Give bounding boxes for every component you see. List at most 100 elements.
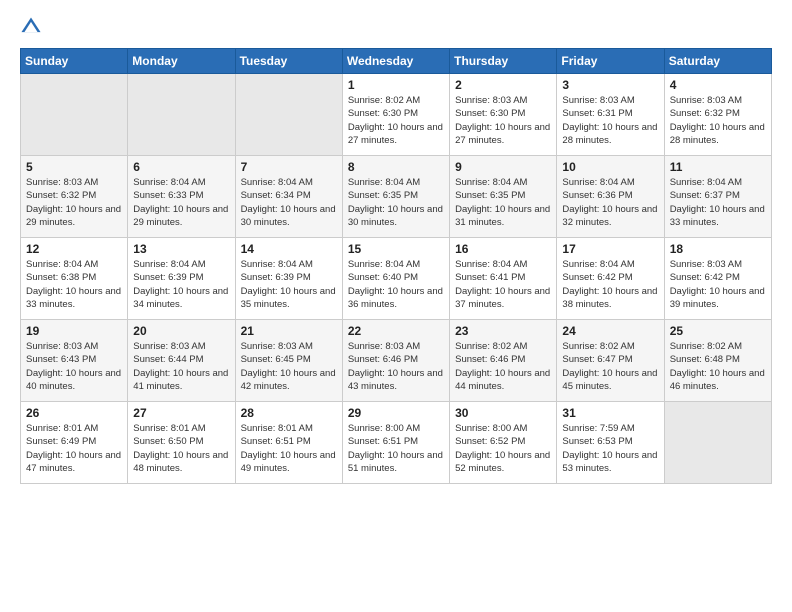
calendar-week-row: 19 Sunrise: 8:03 AM Sunset: 6:43 PM Dayl…: [21, 320, 772, 402]
day-info: Sunrise: 8:03 AM Sunset: 6:45 PM Dayligh…: [241, 340, 337, 393]
day-number: 9: [455, 160, 551, 174]
day-info: Sunrise: 8:03 AM Sunset: 6:44 PM Dayligh…: [133, 340, 229, 393]
calendar-cell: 8 Sunrise: 8:04 AM Sunset: 6:35 PM Dayli…: [342, 156, 449, 238]
sunrise: Sunrise: 8:04 AM: [348, 259, 420, 270]
sunset: Sunset: 6:47 PM: [562, 354, 632, 365]
calendar-cell: 9 Sunrise: 8:04 AM Sunset: 6:35 PM Dayli…: [450, 156, 557, 238]
daylight: Daylight: 10 hours and 41 minutes.: [133, 368, 228, 392]
day-info: Sunrise: 8:04 AM Sunset: 6:33 PM Dayligh…: [133, 176, 229, 229]
day-info: Sunrise: 8:02 AM Sunset: 6:47 PM Dayligh…: [562, 340, 658, 393]
sunrise: Sunrise: 8:04 AM: [670, 177, 742, 188]
day-number: 15: [348, 242, 444, 256]
daylight: Daylight: 10 hours and 29 minutes.: [26, 204, 121, 228]
day-number: 1: [348, 78, 444, 92]
calendar-cell: 10 Sunrise: 8:04 AM Sunset: 6:36 PM Dayl…: [557, 156, 664, 238]
daylight: Daylight: 10 hours and 44 minutes.: [455, 368, 550, 392]
sunset: Sunset: 6:50 PM: [133, 436, 203, 447]
day-number: 4: [670, 78, 766, 92]
sunset: Sunset: 6:37 PM: [670, 190, 740, 201]
sunset: Sunset: 6:39 PM: [241, 272, 311, 283]
sunrise: Sunrise: 8:01 AM: [133, 423, 205, 434]
day-number: 6: [133, 160, 229, 174]
sunset: Sunset: 6:48 PM: [670, 354, 740, 365]
daylight: Daylight: 10 hours and 48 minutes.: [133, 450, 228, 474]
day-number: 26: [26, 406, 122, 420]
calendar: SundayMondayTuesdayWednesdayThursdayFrid…: [20, 48, 772, 484]
day-number: 22: [348, 324, 444, 338]
day-number: 14: [241, 242, 337, 256]
sunrise: Sunrise: 8:04 AM: [562, 259, 634, 270]
day-number: 19: [26, 324, 122, 338]
calendar-cell: 11 Sunrise: 8:04 AM Sunset: 6:37 PM Dayl…: [664, 156, 771, 238]
calendar-header-row: SundayMondayTuesdayWednesdayThursdayFrid…: [21, 49, 772, 74]
daylight: Daylight: 10 hours and 40 minutes.: [26, 368, 121, 392]
calendar-week-row: 26 Sunrise: 8:01 AM Sunset: 6:49 PM Dayl…: [21, 402, 772, 484]
sunset: Sunset: 6:40 PM: [348, 272, 418, 283]
sunset: Sunset: 6:49 PM: [26, 436, 96, 447]
sunrise: Sunrise: 8:02 AM: [455, 341, 527, 352]
sunrise: Sunrise: 8:01 AM: [26, 423, 98, 434]
daylight: Daylight: 10 hours and 51 minutes.: [348, 450, 443, 474]
sunrise: Sunrise: 8:01 AM: [241, 423, 313, 434]
sunrise: Sunrise: 8:04 AM: [455, 259, 527, 270]
sunrise: Sunrise: 8:00 AM: [348, 423, 420, 434]
weekday-header: Wednesday: [342, 49, 449, 74]
day-number: 30: [455, 406, 551, 420]
sunset: Sunset: 6:33 PM: [133, 190, 203, 201]
calendar-cell: 16 Sunrise: 8:04 AM Sunset: 6:41 PM Dayl…: [450, 238, 557, 320]
day-info: Sunrise: 8:02 AM Sunset: 6:46 PM Dayligh…: [455, 340, 551, 393]
sunset: Sunset: 6:34 PM: [241, 190, 311, 201]
calendar-cell: [128, 74, 235, 156]
weekday-header: Monday: [128, 49, 235, 74]
daylight: Daylight: 10 hours and 45 minutes.: [562, 368, 657, 392]
daylight: Daylight: 10 hours and 35 minutes.: [241, 286, 336, 310]
sunset: Sunset: 6:32 PM: [26, 190, 96, 201]
calendar-cell: 6 Sunrise: 8:04 AM Sunset: 6:33 PM Dayli…: [128, 156, 235, 238]
sunset: Sunset: 6:30 PM: [348, 108, 418, 119]
sunrise: Sunrise: 8:04 AM: [133, 177, 205, 188]
calendar-cell: 25 Sunrise: 8:02 AM Sunset: 6:48 PM Dayl…: [664, 320, 771, 402]
sunrise: Sunrise: 8:04 AM: [455, 177, 527, 188]
sunrise: Sunrise: 8:04 AM: [562, 177, 634, 188]
day-number: 28: [241, 406, 337, 420]
day-info: Sunrise: 8:04 AM Sunset: 6:41 PM Dayligh…: [455, 258, 551, 311]
daylight: Daylight: 10 hours and 52 minutes.: [455, 450, 550, 474]
sunset: Sunset: 6:43 PM: [26, 354, 96, 365]
sunrise: Sunrise: 8:03 AM: [562, 95, 634, 106]
sunset: Sunset: 6:39 PM: [133, 272, 203, 283]
daylight: Daylight: 10 hours and 27 minutes.: [348, 122, 443, 146]
daylight: Daylight: 10 hours and 31 minutes.: [455, 204, 550, 228]
day-info: Sunrise: 8:03 AM Sunset: 6:30 PM Dayligh…: [455, 94, 551, 147]
sunset: Sunset: 6:45 PM: [241, 354, 311, 365]
calendar-cell: 30 Sunrise: 8:00 AM Sunset: 6:52 PM Dayl…: [450, 402, 557, 484]
sunrise: Sunrise: 8:00 AM: [455, 423, 527, 434]
day-info: Sunrise: 8:04 AM Sunset: 6:35 PM Dayligh…: [348, 176, 444, 229]
sunrise: Sunrise: 8:03 AM: [348, 341, 420, 352]
day-number: 8: [348, 160, 444, 174]
calendar-cell: 12 Sunrise: 8:04 AM Sunset: 6:38 PM Dayl…: [21, 238, 128, 320]
day-number: 29: [348, 406, 444, 420]
sunset: Sunset: 6:41 PM: [455, 272, 525, 283]
sunset: Sunset: 6:42 PM: [670, 272, 740, 283]
sunrise: Sunrise: 8:04 AM: [348, 177, 420, 188]
daylight: Daylight: 10 hours and 37 minutes.: [455, 286, 550, 310]
day-info: Sunrise: 8:04 AM Sunset: 6:42 PM Dayligh…: [562, 258, 658, 311]
day-info: Sunrise: 8:04 AM Sunset: 6:39 PM Dayligh…: [133, 258, 229, 311]
day-number: 10: [562, 160, 658, 174]
daylight: Daylight: 10 hours and 34 minutes.: [133, 286, 228, 310]
calendar-cell: 29 Sunrise: 8:00 AM Sunset: 6:51 PM Dayl…: [342, 402, 449, 484]
day-info: Sunrise: 8:02 AM Sunset: 6:30 PM Dayligh…: [348, 94, 444, 147]
day-number: 25: [670, 324, 766, 338]
day-info: Sunrise: 8:00 AM Sunset: 6:52 PM Dayligh…: [455, 422, 551, 475]
day-info: Sunrise: 8:01 AM Sunset: 6:51 PM Dayligh…: [241, 422, 337, 475]
day-number: 7: [241, 160, 337, 174]
calendar-cell: 27 Sunrise: 8:01 AM Sunset: 6:50 PM Dayl…: [128, 402, 235, 484]
calendar-cell: 24 Sunrise: 8:02 AM Sunset: 6:47 PM Dayl…: [557, 320, 664, 402]
sunset: Sunset: 6:46 PM: [348, 354, 418, 365]
header: [20, 16, 772, 38]
sunset: Sunset: 6:32 PM: [670, 108, 740, 119]
daylight: Daylight: 10 hours and 32 minutes.: [562, 204, 657, 228]
daylight: Daylight: 10 hours and 36 minutes.: [348, 286, 443, 310]
daylight: Daylight: 10 hours and 42 minutes.: [241, 368, 336, 392]
day-info: Sunrise: 8:03 AM Sunset: 6:31 PM Dayligh…: [562, 94, 658, 147]
